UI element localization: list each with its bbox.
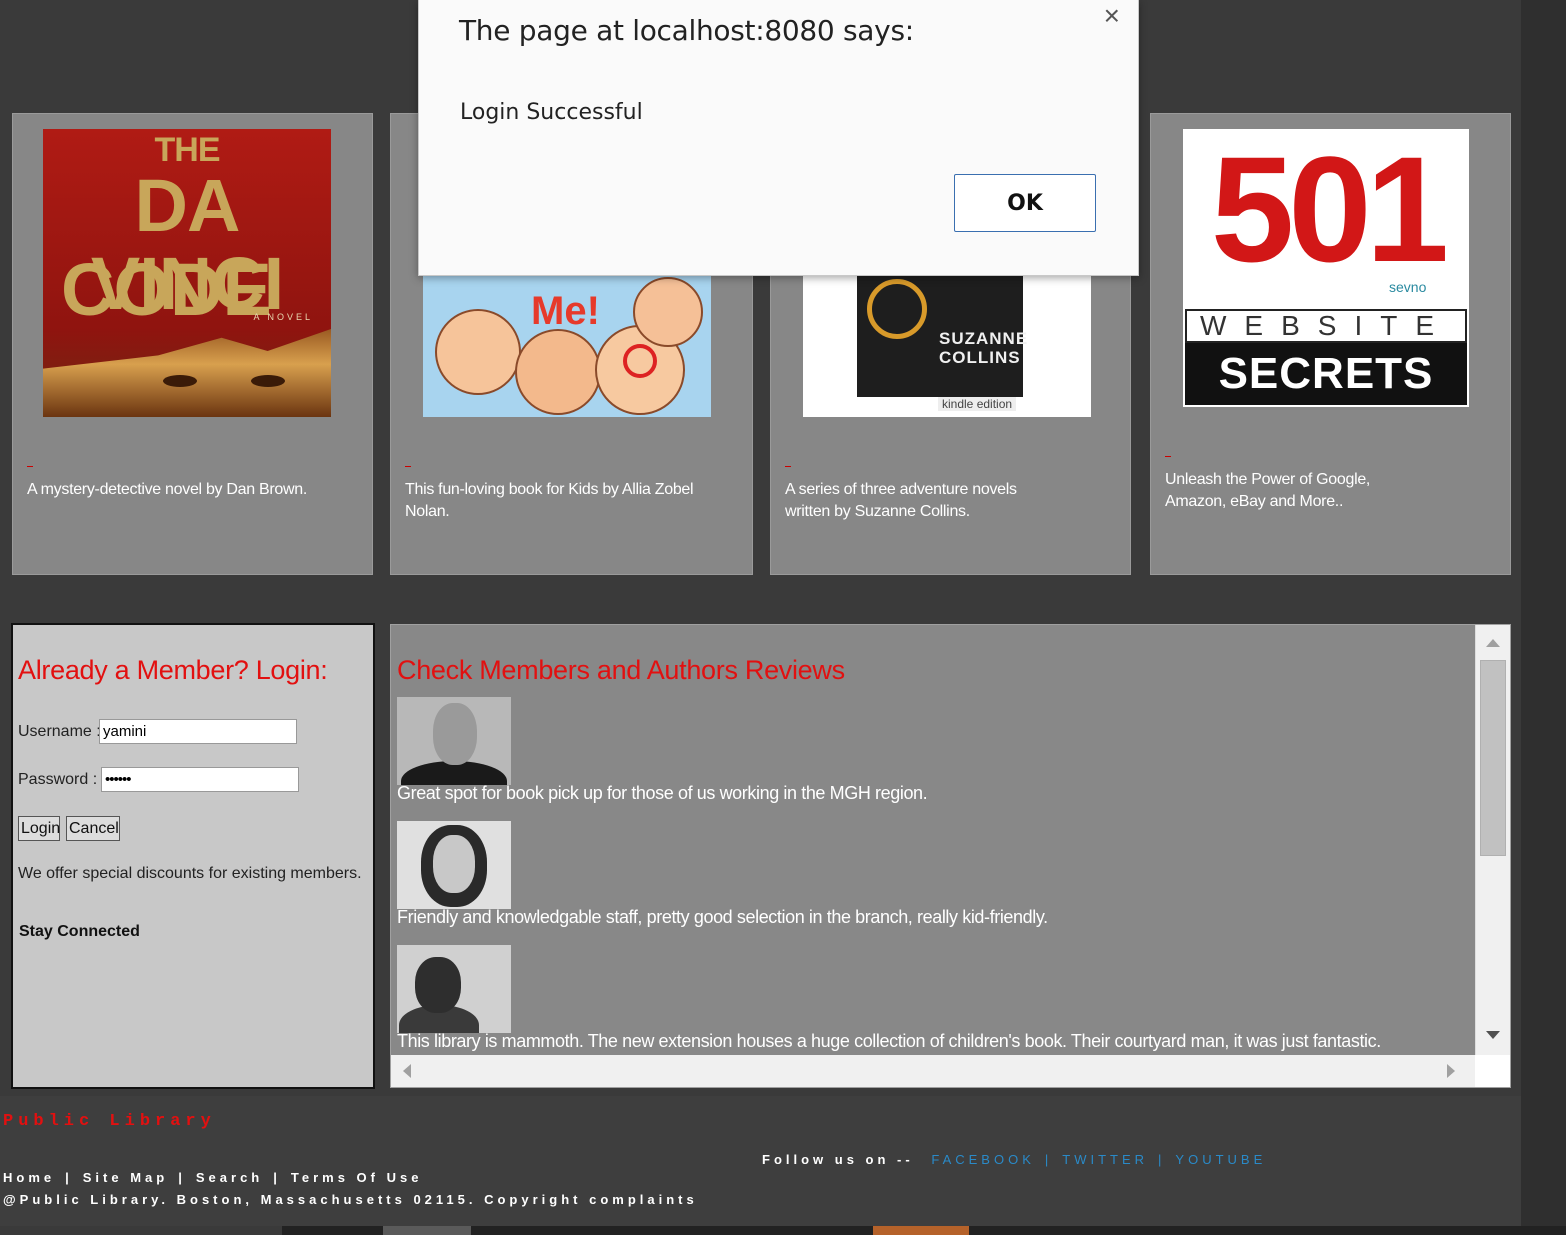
reviewer-avatar xyxy=(397,945,511,1033)
red-marker xyxy=(27,466,33,467)
scroll-right-arrow-icon[interactable] xyxy=(1447,1064,1455,1078)
book-description: A series of three adventure novels writt… xyxy=(785,481,1017,520)
separator: | xyxy=(178,1170,186,1185)
login-button[interactable]: Login xyxy=(18,816,60,841)
footer-link-site-map[interactable]: Site Map xyxy=(83,1170,168,1185)
reviews-panel[interactable]: Check Members and Authors Reviews Great … xyxy=(390,624,1511,1088)
username-label: Username : xyxy=(18,723,101,740)
cover-secrets: SECRETS xyxy=(1185,343,1467,405)
book-cover-davinci-code[interactable]: THE DA VINCI CODE A NOVEL xyxy=(43,129,331,417)
cancel-button[interactable]: Cancel xyxy=(66,816,120,841)
cover-number: 501 xyxy=(1210,129,1449,293)
separator: | xyxy=(1158,1152,1166,1167)
social-links: Follow us on -- FACEBOOK | TWITTER | YOUTUBE xyxy=(762,1152,1266,1167)
horizontal-scrollbar[interactable] xyxy=(391,1055,1475,1087)
cover-kid-image xyxy=(633,277,703,347)
cover-title: Me! xyxy=(531,289,600,333)
book-description: This fun-loving book for Kids by Allia Z… xyxy=(405,481,694,520)
scroll-left-arrow-icon[interactable] xyxy=(403,1064,411,1078)
cover-face-image xyxy=(43,329,331,417)
avatar-head xyxy=(433,703,477,765)
vertical-scrollbar[interactable] xyxy=(1475,625,1510,1055)
cover-subtitle: A NOVEL xyxy=(253,312,313,322)
review-text: Friendly and knowledgable staff, pretty … xyxy=(397,907,1048,927)
kindle-badge: kindle edition xyxy=(938,397,1017,411)
scrollbar-thumb[interactable] xyxy=(1480,660,1506,856)
book-description: Unleash the Power of Google, Amazon, eBa… xyxy=(1165,471,1371,510)
facebook-link[interactable]: FACEBOOK xyxy=(931,1152,1035,1167)
follow-label: Follow us on -- xyxy=(762,1152,914,1167)
cover-eye-image xyxy=(251,375,285,387)
separator: | xyxy=(273,1170,281,1185)
twitter-link[interactable]: TWITTER xyxy=(1062,1152,1148,1167)
book-card-501-secrets[interactable]: 501 sevno WEBSITE SECRETS Unleash the Po… xyxy=(1150,113,1511,575)
taskbar-item[interactable] xyxy=(0,1226,282,1235)
avatar-head xyxy=(415,957,461,1013)
cover-kid-image xyxy=(435,309,521,395)
login-panel: Already a Member? Login: Username : Pass… xyxy=(11,623,375,1089)
taskbar-item[interactable] xyxy=(383,1226,471,1235)
separator: | xyxy=(1044,1152,1053,1167)
cover-brand: sevno xyxy=(1389,279,1427,295)
book-cover-501-secrets[interactable]: 501 sevno WEBSITE SECRETS xyxy=(1183,129,1469,407)
red-marker xyxy=(1165,456,1171,457)
discount-text: We offer special discounts for existing … xyxy=(18,865,362,882)
review-text: This library is mammoth. The new extensi… xyxy=(397,1031,1381,1051)
footer-brand: Public Library xyxy=(3,1112,216,1131)
review-text: Great spot for book pick up for those of… xyxy=(397,783,928,803)
dialog-message: Login Successful xyxy=(460,100,643,125)
taskbar xyxy=(0,1226,1566,1235)
book-description: A mystery-detective novel by Dan Brown. xyxy=(27,481,307,498)
mockingjay-icon xyxy=(867,279,927,339)
scrollbar-corner xyxy=(1475,1055,1510,1087)
password-input[interactable] xyxy=(101,767,299,792)
taskbar-item-active[interactable] xyxy=(873,1226,969,1235)
youtube-link[interactable]: YOUTUBE xyxy=(1175,1152,1266,1167)
cover-word: WEBSITE xyxy=(1185,309,1467,343)
dialog-title: The page at localhost:8080 says: xyxy=(459,14,914,47)
red-marker xyxy=(785,466,791,467)
footer-link-search[interactable]: Search xyxy=(196,1170,263,1185)
reviewer-avatar xyxy=(397,697,511,785)
separator: | xyxy=(65,1170,73,1185)
red-marker xyxy=(405,466,411,467)
footer-link-terms[interactable]: Terms Of Use xyxy=(291,1170,423,1185)
reviews-heading: Check Members and Authors Reviews xyxy=(397,655,845,685)
close-icon[interactable]: × xyxy=(1104,0,1120,32)
copyright-text: @Public Library. Boston, Massachusetts 0… xyxy=(3,1192,698,1207)
scroll-up-arrow-icon[interactable] xyxy=(1486,639,1500,647)
alert-dialog: The page at localhost:8080 says: × Login… xyxy=(418,0,1139,276)
login-heading: Already a Member? Login: xyxy=(18,655,328,685)
scroll-down-arrow-icon[interactable] xyxy=(1486,1031,1500,1039)
cover-kid-image xyxy=(515,329,601,415)
glasses-image xyxy=(623,344,657,378)
stay-connected-heading: Stay Connected xyxy=(19,923,140,940)
footer-nav: Home | Site Map | Search | Terms Of Use xyxy=(3,1170,422,1185)
cover-eye-image xyxy=(163,375,197,387)
password-label: Password : xyxy=(18,771,98,788)
cover-author: SUZANNE COLLINS xyxy=(939,329,1029,367)
footer: Public Library Follow us on -- FACEBOOK |… xyxy=(0,1096,1521,1226)
footer-link-home[interactable]: Home xyxy=(3,1170,55,1185)
ok-button[interactable]: OK xyxy=(954,174,1096,232)
page-edge xyxy=(1521,0,1566,1235)
book-card-davinci-code[interactable]: THE DA VINCI CODE A NOVEL A mystery-dete… xyxy=(12,113,373,575)
avatar-head xyxy=(433,835,475,893)
username-input[interactable] xyxy=(99,719,297,744)
reviewer-avatar xyxy=(397,821,511,909)
